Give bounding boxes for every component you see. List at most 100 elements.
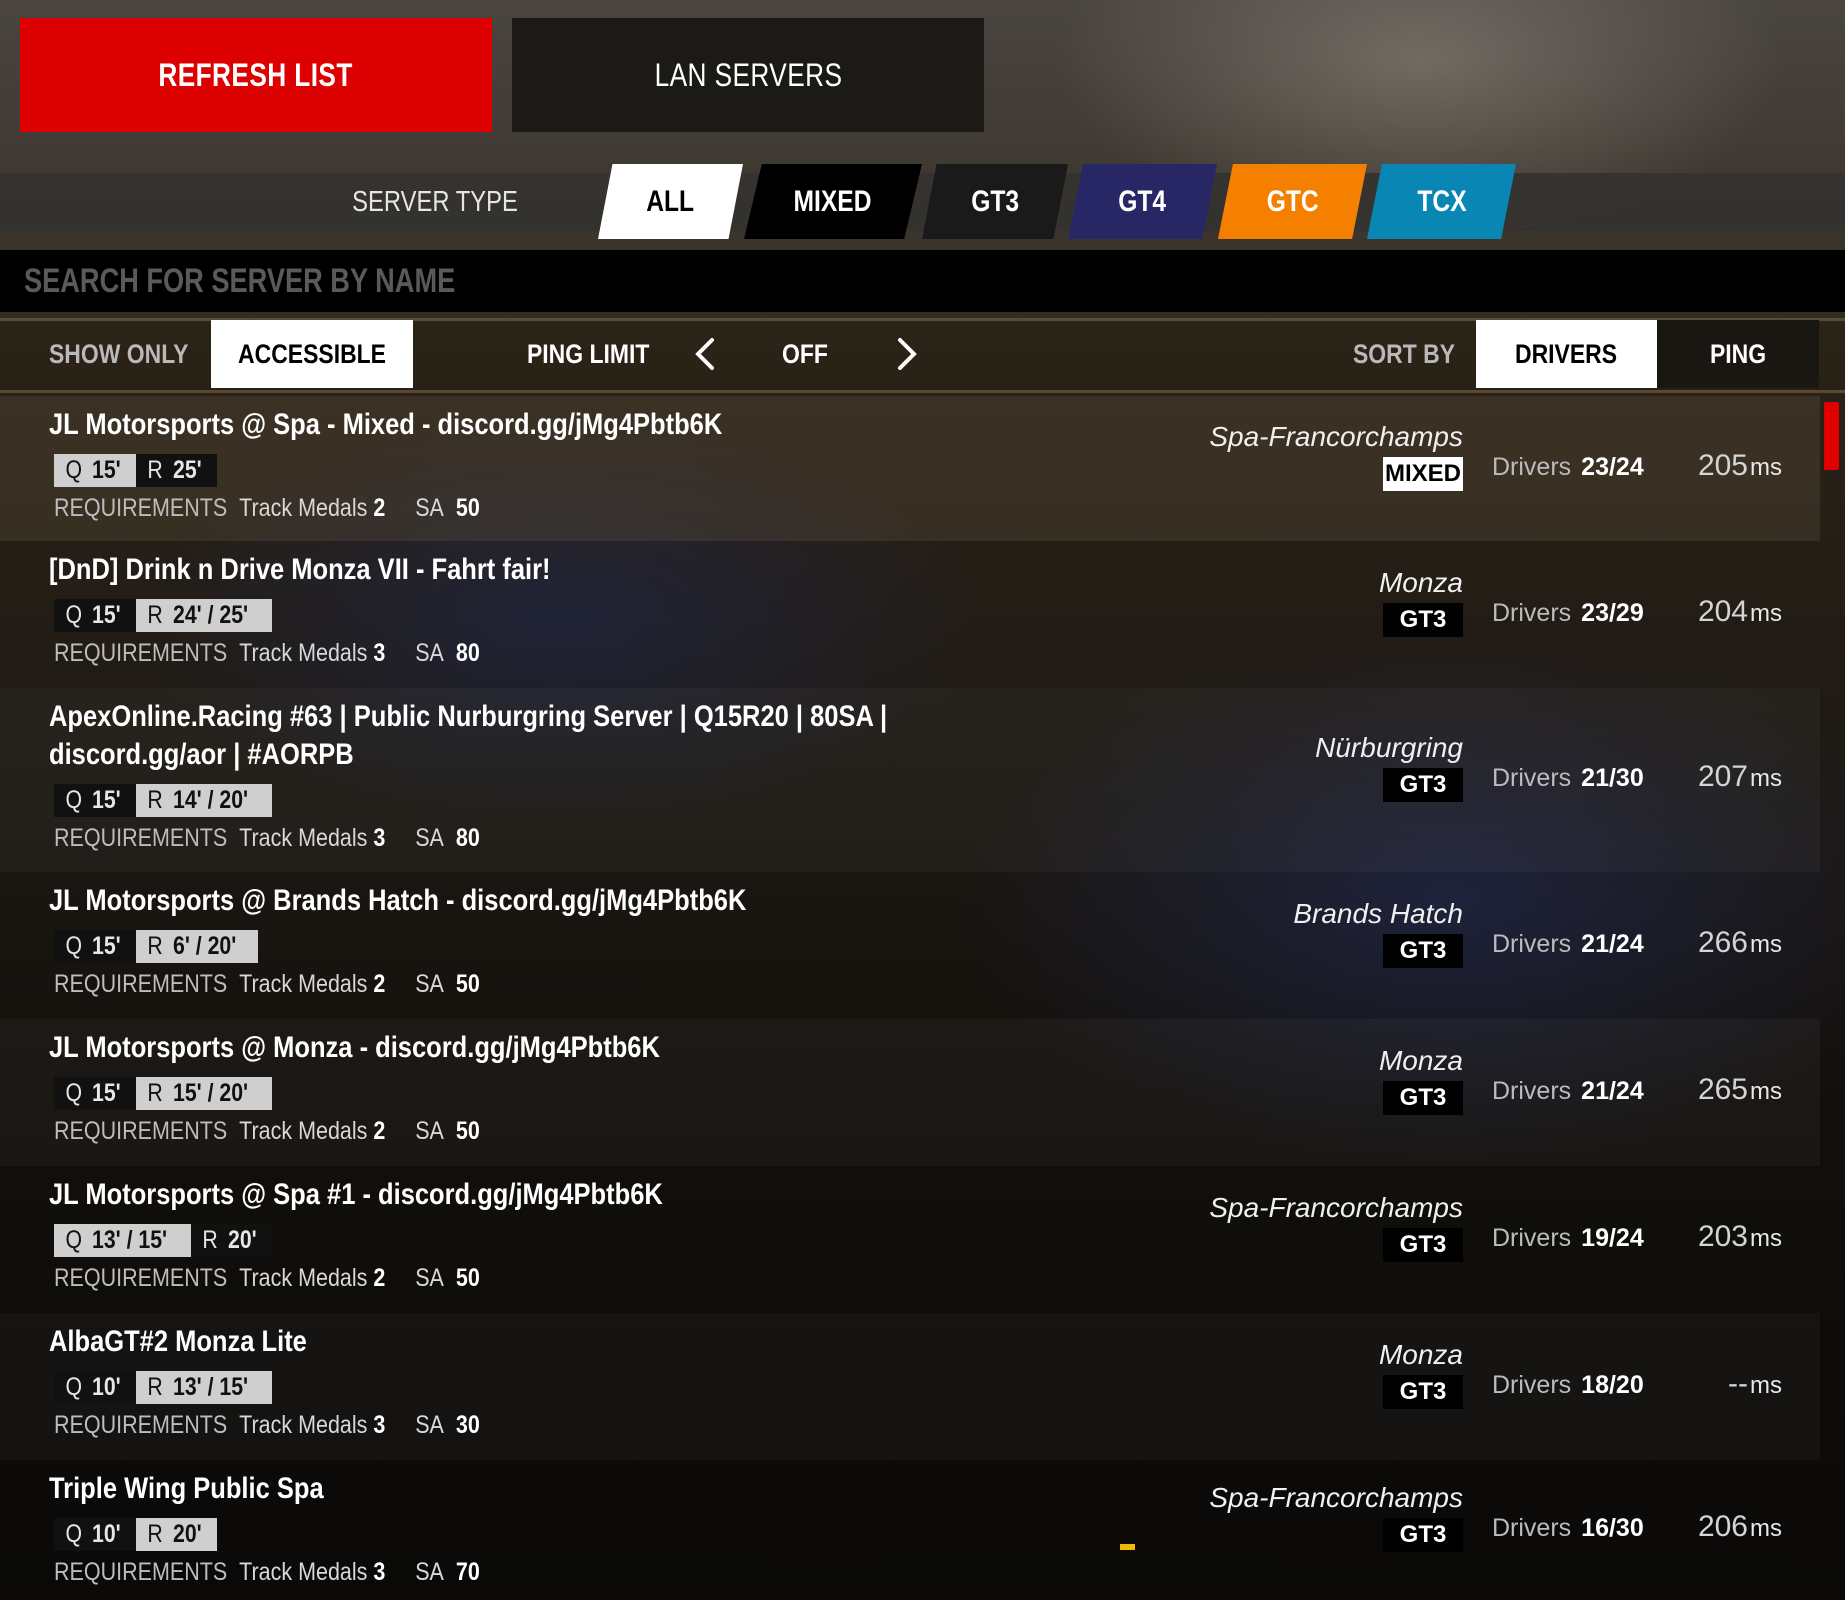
sa-label: SA (415, 639, 444, 667)
drivers-count: Drivers 21/30 (1492, 764, 1644, 793)
sa-value: 50 (455, 494, 480, 522)
ping-value: 266 (1697, 925, 1748, 959)
session-q-pill: Q 10' (54, 1371, 137, 1404)
track-name: Spa-Francorchamps (1209, 1191, 1463, 1223)
ping-readout: 204ms (1698, 595, 1782, 629)
server-row[interactable]: [DnD] Drink n Drive Monza VII - Fahrt fa… (0, 541, 1820, 688)
drivers-count: Drivers 21/24 (1492, 1077, 1644, 1106)
refresh-list-label: REFRESH LIST (158, 56, 354, 93)
ping-readout: 207ms (1698, 760, 1782, 794)
ping-readout: 205ms (1698, 449, 1782, 483)
lan-servers-button[interactable]: LAN SERVERS (512, 18, 984, 132)
session-r-pill: R 20' (190, 1224, 272, 1257)
class-badge: GT3 (1383, 1227, 1463, 1262)
server-name: JL Motorsports @ Spa - Mixed - discord.g… (49, 408, 723, 441)
requirements: REQUIREMENTS Track Medals 2 SA 50 (54, 494, 549, 523)
server-name: JL Motorsports @ Monza - discord.gg/jMg4… (49, 1031, 660, 1064)
sa-label: SA (415, 824, 444, 852)
sa-label: SA (415, 970, 444, 998)
requirements: REQUIREMENTS Track Medals 3 SA 80 (54, 824, 549, 853)
server-row[interactable]: Triple Wing Public Spa Q 10' R 20' REQUIREMEN… (0, 1460, 1820, 1600)
session-q-pill: Q 13' / 15' (54, 1224, 191, 1257)
track-name: Spa-Francorchamps (1209, 1482, 1463, 1513)
server-row[interactable]: JL Motorsports @ Monza - discord.gg/jMg4… (0, 1019, 1820, 1166)
track-name: Monza (1378, 1044, 1463, 1076)
session-timers: Q 13' / 15' R 20' (54, 1224, 272, 1257)
drivers-count: Drivers 23/29 (1492, 599, 1644, 628)
ping-value: 206 (1697, 1510, 1748, 1543)
session-r-pill: R 20' (136, 1518, 218, 1551)
session-r-pill: R 24' / 25' (136, 599, 272, 632)
session-timers: Q 15' R 6' / 20' (54, 930, 258, 963)
session-q-pill: Q 15' (54, 784, 137, 817)
server-type-tab-label: GTC (1266, 184, 1319, 218)
track-medals-label: Track Medals (239, 1264, 368, 1292)
requirements-label: REQUIREMENTS (54, 1558, 228, 1586)
sort-drivers-button[interactable]: DRIVERS (1476, 320, 1657, 388)
drivers-count: Drivers 16/30 (1492, 1514, 1644, 1543)
drivers-value: 21/24 (1581, 1076, 1644, 1105)
server-row[interactable]: JL Motorsports @ Spa - Mixed - discord.g… (0, 396, 1820, 541)
server-search-input[interactable]: SEARCH FOR SERVER BY NAME (0, 250, 1845, 312)
sa-value: 80 (455, 824, 480, 852)
session-r-pill: R 15' / 20' (136, 1077, 272, 1110)
ping-readout: 266ms (1698, 926, 1782, 960)
ping-value: -- (1728, 1366, 1748, 1400)
track-medals-value: 3 (373, 1558, 386, 1586)
session-timers: Q 15' R 15' / 20' (54, 1077, 272, 1110)
session-r-pill: R 14' / 20' (136, 784, 272, 817)
track-medals-value: 3 (373, 639, 386, 667)
track-medals-label: Track Medals (239, 494, 368, 522)
sa-value: 50 (455, 1117, 480, 1145)
sort-ping-button[interactable]: PING (1657, 320, 1819, 388)
server-name: [DnD] Drink n Drive Monza VII - Fahrt fa… (49, 553, 551, 586)
ping-unit: ms (1750, 930, 1782, 958)
server-row[interactable]: JL Motorsports @ Spa #1 - discord.gg/jMg… (0, 1166, 1820, 1313)
server-type-tab-gtc[interactable]: GTC (1218, 164, 1367, 239)
server-type-tab-all[interactable]: ALL (598, 164, 743, 239)
server-type-tab-gt3[interactable]: GT3 (922, 164, 1068, 239)
server-row[interactable]: ApexOnline.Racing #63 | Public Nurburgri… (0, 688, 1820, 872)
track-name: Monza (1378, 1338, 1463, 1370)
drivers-count: Drivers 21/24 (1492, 930, 1644, 959)
refresh-list-button[interactable]: REFRESH LIST (20, 18, 492, 132)
class-badge: GT3 (1383, 768, 1463, 802)
scrollbar-thumb[interactable] (1824, 402, 1839, 470)
server-type-tab-gt4[interactable]: GT4 (1068, 164, 1217, 239)
sa-value: 50 (455, 970, 480, 998)
server-type-tab-tcx[interactable]: TCX (1367, 164, 1516, 239)
drivers-label: Drivers (1492, 1223, 1572, 1252)
drivers-label: Drivers (1492, 1370, 1572, 1399)
ping-limit-next-icon[interactable] (888, 336, 924, 372)
class-badge: GT3 (1383, 602, 1463, 637)
session-q-pill: Q 15' (54, 1077, 137, 1110)
sa-value: 30 (455, 1411, 480, 1439)
track-name: Monza (1378, 566, 1463, 598)
accessible-toggle[interactable]: ACCESSIBLE (211, 320, 413, 388)
ping-value: 203 (1697, 1219, 1748, 1253)
track-medals-value: 2 (373, 494, 386, 522)
ping-limit-prev-icon[interactable] (688, 336, 724, 372)
server-name: JL Motorsports @ Spa #1 - discord.gg/jMg… (49, 1178, 663, 1211)
drivers-label: Drivers (1492, 1076, 1572, 1105)
track-medals-label: Track Medals (239, 824, 368, 852)
sa-label: SA (415, 1411, 444, 1439)
server-type-tab-label: MIXED (794, 184, 872, 218)
requirements-label: REQUIREMENTS (54, 970, 228, 998)
server-row[interactable]: AlbaGT#2 Monza Lite Q 10' R 13' / 15' REQUIRE… (0, 1313, 1820, 1460)
ping-limit-label: PING LIMIT (527, 338, 650, 369)
server-type-bar (0, 173, 1845, 231)
drivers-value: 16/30 (1581, 1514, 1644, 1542)
server-type-tab-label: GT3 (971, 184, 1019, 218)
server-type-tab-mixed[interactable]: MIXED (744, 164, 922, 239)
track-medals-label: Track Medals (239, 639, 368, 667)
server-type-tab-label: ALL (646, 184, 695, 218)
requirements-label: REQUIREMENTS (54, 494, 228, 522)
drivers-value: 19/24 (1581, 1223, 1644, 1252)
server-row[interactable]: JL Motorsports @ Brands Hatch - discord.… (0, 872, 1820, 1019)
track-medals-value: 2 (373, 970, 386, 998)
session-r-pill: R 13' / 15' (136, 1371, 272, 1404)
server-name: Triple Wing Public Spa (49, 1472, 324, 1505)
drivers-value: 21/24 (1581, 929, 1644, 958)
session-r-pill: R 25' (136, 454, 218, 487)
